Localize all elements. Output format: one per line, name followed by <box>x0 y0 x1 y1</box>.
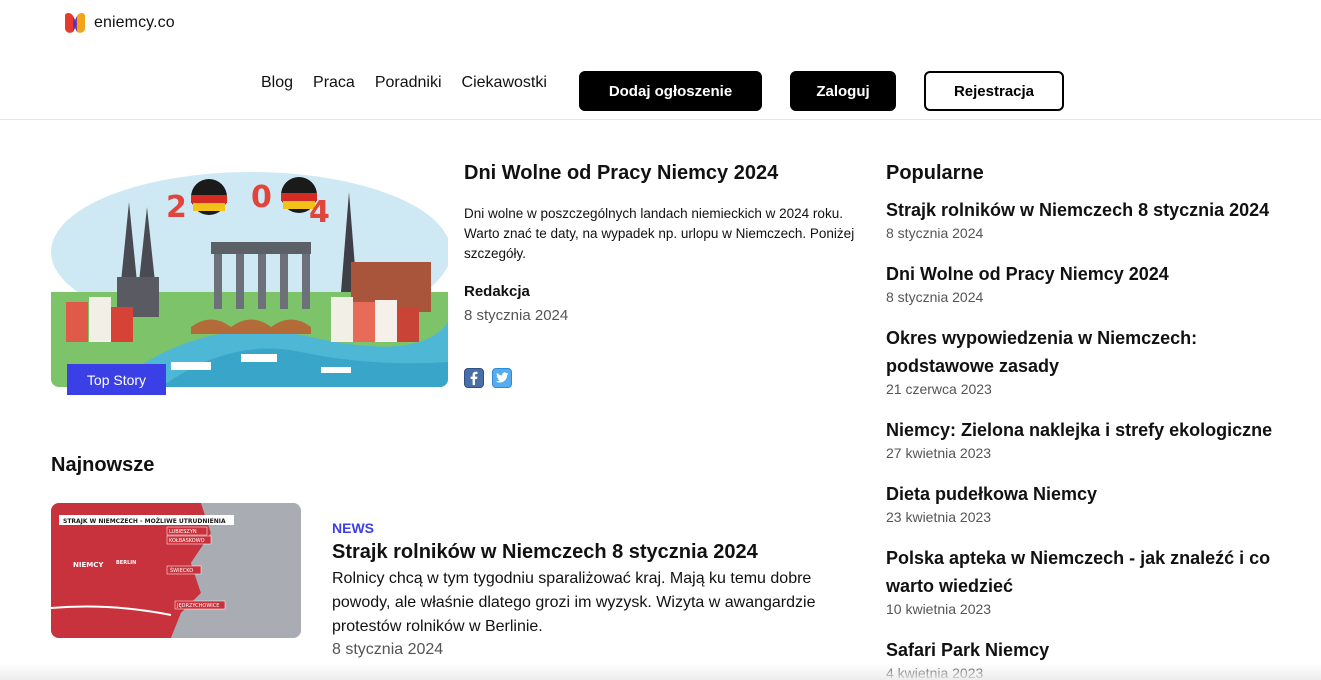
popular-item-date: 8 stycznia 2024 <box>886 225 984 241</box>
map-banner-text: STRAJK W NIEMCZECH - MOŻLIWE UTRUDNIENIA <box>63 518 226 525</box>
year-digit-1: 2 <box>166 190 187 225</box>
twitter-icon <box>495 372 509 383</box>
nav-link-praca[interactable]: Praca <box>313 74 355 92</box>
news-excerpt: Rolnicy chcą w tym tygodniu sparaliżować… <box>332 570 816 635</box>
nav-link-blog[interactable]: Blog <box>261 74 293 92</box>
news-category-tag[interactable]: NEWS <box>332 520 374 536</box>
popular-item-title[interactable]: Niemcy: Zielona naklejka i strefy ekolog… <box>886 416 1306 444</box>
map-city-kolbaskowo: KOŁBASKOWO <box>169 538 205 544</box>
popular-item-date: 4 kwietnia 2023 <box>886 665 984 680</box>
logo-icon <box>65 13 85 33</box>
hero-title[interactable]: Dni Wolne od Pracy Niemcy 2024 <box>464 162 778 185</box>
facebook-share-button[interactable] <box>464 368 484 388</box>
popular-item-title[interactable]: Dni Wolne od Pracy Niemcy 2024 <box>886 260 1306 288</box>
popular-item-date: 27 kwietnia 2023 <box>886 445 992 461</box>
site-name: eniemcy.co <box>94 14 175 31</box>
latest-section-heading: Najnowsze <box>51 454 155 476</box>
nav-link-poradniki[interactable]: Poradniki <box>375 74 442 92</box>
nav-link-ciekawostki[interactable]: Ciekawostki <box>462 74 547 92</box>
popular-item-date: 21 czerwca 2023 <box>886 381 992 397</box>
hero-excerpt: Dni wolne w poszczególnych landach niemi… <box>464 206 855 261</box>
login-button[interactable]: Zaloguj <box>790 71 896 111</box>
facebook-icon <box>470 371 478 385</box>
popular-item: Dni Wolne od Pracy Niemcy 2024 8 styczni… <box>886 260 1306 306</box>
map-country-label: NIEMCY <box>73 561 104 569</box>
news-image[interactable]: STRAJK W NIEMCZECH - MOŻLIWE UTRUDNIENIA… <box>51 503 301 638</box>
main-nav: Blog Praca Poradniki Ciekawostki <box>261 74 547 92</box>
map-city-berlin: BERLIN <box>116 560 136 566</box>
popular-item-title[interactable]: Okres wypowiedzenia w Niemczech: podstaw… <box>886 324 1306 380</box>
map-city-lubieszyn: LUBIESZYN <box>169 529 197 535</box>
popular-item: Polska apteka w Niemczech - jak znaleźć … <box>886 544 1306 618</box>
popular-item-date: 23 kwietnia 2023 <box>886 509 992 525</box>
site-header: eniemcy.co Blog Praca Poradniki Ciekawos… <box>0 0 1321 120</box>
map-city-swiecko: ŚWIECKO <box>170 567 193 574</box>
news-title[interactable]: Strajk rolników w Niemczech 8 stycznia 2… <box>332 541 758 564</box>
popular-item: Okres wypowiedzenia w Niemczech: podstaw… <box>886 324 1306 398</box>
hero-author: Redakcja <box>464 283 530 300</box>
news-date: 8 stycznia 2024 <box>332 641 444 658</box>
hero-image[interactable]: 2 0 4 <box>51 162 448 387</box>
twitter-share-button[interactable] <box>492 368 512 388</box>
popular-list: Strajk rolników w Niemczech 8 stycznia 2… <box>886 196 1306 680</box>
popular-item: Dieta pudełkowa Niemcy 23 kwietnia 2023 <box>886 480 1306 526</box>
popular-item-date: 8 stycznia 2024 <box>886 289 984 305</box>
popular-item-title[interactable]: Safari Park Niemcy <box>886 636 1306 664</box>
popular-item-title[interactable]: Polska apteka w Niemczech - jak znaleźć … <box>886 544 1306 600</box>
map-city-jedrzychowice: JĘDRZYCHOWICE <box>176 603 219 609</box>
popular-section-heading: Popularne <box>886 162 984 184</box>
year-digit-4: 4 <box>309 195 330 230</box>
year-digit-3: 0 <box>251 180 272 215</box>
popular-item-title[interactable]: Strajk rolników w Niemczech 8 stycznia 2… <box>886 196 1306 224</box>
top-story-badge: Top Story <box>67 364 166 395</box>
popular-item: Safari Park Niemcy 4 kwietnia 2023 <box>886 636 1306 680</box>
site-logo[interactable]: eniemcy.co <box>63 12 175 34</box>
popular-item: Strajk rolników w Niemczech 8 stycznia 2… <box>886 196 1306 242</box>
popular-item: Niemcy: Zielona naklejka i strefy ekolog… <box>886 416 1306 462</box>
hero-illustration: 2 0 4 <box>51 162 448 387</box>
strike-map-illustration: STRAJK W NIEMCZECH - MOŻLIWE UTRUDNIENIA… <box>51 503 301 638</box>
add-listing-button[interactable]: Dodaj ogłoszenie <box>579 71 762 111</box>
hero-date: 8 stycznia 2024 <box>464 307 569 324</box>
register-button[interactable]: Rejestracja <box>924 71 1064 111</box>
popular-item-date: 10 kwietnia 2023 <box>886 601 992 617</box>
popular-item-title[interactable]: Dieta pudełkowa Niemcy <box>886 480 1306 508</box>
